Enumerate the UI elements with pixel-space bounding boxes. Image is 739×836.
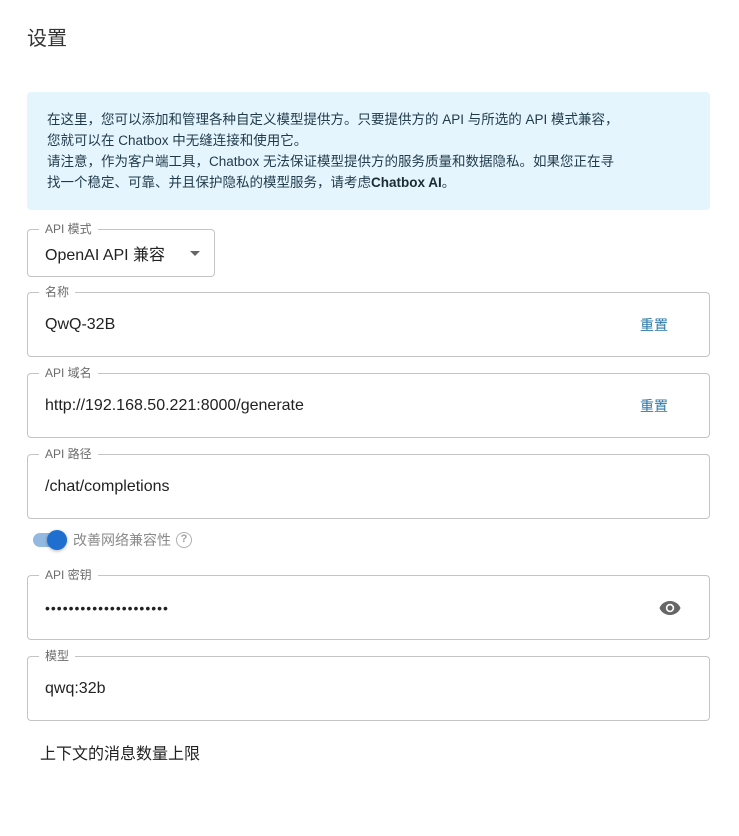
info-text: 。 <box>441 175 456 190</box>
api-host-value[interactable]: http://192.168.50.221:8000/generate <box>45 374 304 437</box>
api-path-field[interactable]: API 路径 /chat/completions <box>27 447 710 519</box>
info-text: 请注意，作为客户端工具，Chatbox 无法保证模型提供方的服务质量和数据隐私。… <box>47 154 615 169</box>
api-host-reset-button[interactable]: 重置 <box>640 374 668 437</box>
network-compat-toggle[interactable] <box>30 528 68 552</box>
name-field[interactable]: 名称 QwQ-32B 重置 <box>27 285 710 357</box>
info-line: 在这里，您可以添加和管理各种自定义模型提供方。只要提供方的 API 与所选的 A… <box>47 112 619 127</box>
api-path-value[interactable]: /chat/completions <box>45 455 170 518</box>
api-key-value[interactable]: ••••••••••••••••••••• <box>45 576 169 639</box>
model-field[interactable]: 模型 qwq:32b <box>27 649 710 721</box>
name-field-value[interactable]: QwQ-32B <box>45 293 115 356</box>
api-key-field[interactable]: API 密钥 ••••••••••••••••••••• <box>27 568 710 640</box>
page-title: 设置 <box>27 28 67 50</box>
eye-icon[interactable] <box>658 596 682 620</box>
toggle-thumb <box>47 530 67 550</box>
info-text: 找一个稳定、可靠、并且保护隐私的模型服务，请考虑 <box>47 175 371 190</box>
api-host-field[interactable]: API 域名 http://192.168.50.221:8000/genera… <box>27 366 710 438</box>
chatbox-ai-link: Chatbox AI <box>371 175 442 190</box>
help-circle-icon[interactable]: ? <box>176 532 192 548</box>
info-line: 找一个稳定、可靠、并且保护隐私的模型服务，请考虑Chatbox AI。 <box>47 172 690 193</box>
api-mode-value: OpenAI API 兼容 <box>45 247 166 264</box>
info-line: 您就可以在 Chatbox 中无缝连接和使用它。 <box>47 133 308 148</box>
info-banner: 在这里，您可以添加和管理各种自定义模型提供方。只要提供方的 API 与所选的 A… <box>27 92 710 210</box>
info-line: 请注意，作为客户端工具，Chatbox 无法保证模型提供方的服务质量和数据隐私。… <box>47 151 690 172</box>
context-limit-label: 上下文的消息数量上限 <box>40 746 201 763</box>
api-mode-select[interactable]: API 模式 OpenAI API 兼容 <box>27 222 215 277</box>
network-compat-label: 改善网络兼容性 <box>73 532 171 548</box>
model-field-value[interactable]: qwq:32b <box>45 657 106 720</box>
settings-page: 设置 在这里，您可以添加和管理各种自定义模型提供方。只要提供方的 API 与所选… <box>0 0 739 836</box>
chevron-down-icon <box>190 251 200 256</box>
name-reset-button[interactable]: 重置 <box>640 293 668 356</box>
network-compat-row: 改善网络兼容性 ? <box>30 528 192 552</box>
